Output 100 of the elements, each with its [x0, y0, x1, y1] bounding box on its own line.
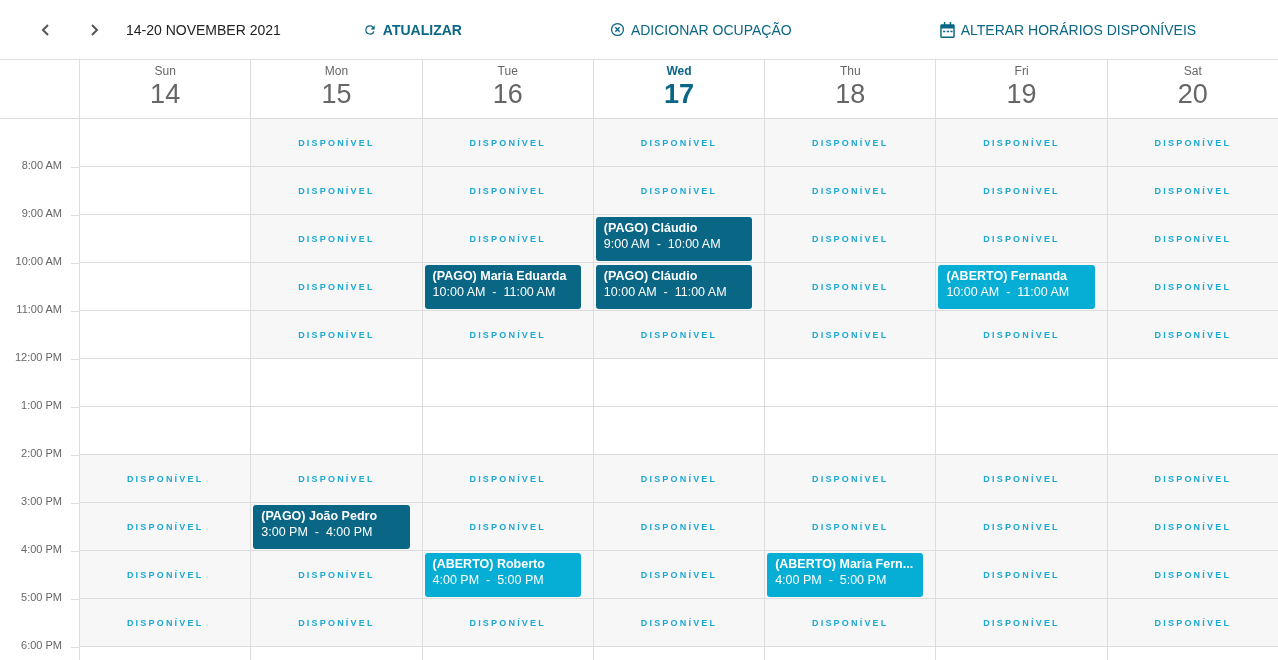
available-label: DISPONÍVEL — [469, 137, 546, 148]
appointment-title: (PAGO) Cláudio — [603, 220, 699, 236]
available-slot[interactable]: DISPONÍVEL — [935, 215, 1107, 263]
available-slot[interactable]: DISPONÍVEL — [592, 119, 765, 167]
available-slot[interactable]: DISPONÍVEL — [421, 215, 593, 263]
available-slot[interactable]: DISPONÍVEL — [764, 215, 936, 263]
available-slot[interactable]: DISPONÍVEL — [421, 167, 593, 215]
available-slot[interactable]: DISPONÍVEL — [250, 263, 422, 311]
day-header[interactable]: Thu 18 — [764, 60, 936, 118]
available-slot[interactable]: DISPONÍVEL — [764, 455, 936, 503]
available-slot[interactable]: DISPONÍVEL — [79, 599, 251, 647]
available-slot[interactable]: DISPONÍVEL — [1106, 455, 1278, 503]
available-slot[interactable]: DISPONÍVEL — [421, 119, 593, 167]
available-label: DISPONÍVEL — [469, 185, 546, 196]
day-header[interactable]: Sat 20 — [1106, 60, 1278, 118]
available-slot[interactable]: DISPONÍVEL — [592, 599, 765, 647]
available-slot[interactable]: DISPONÍVEL — [592, 551, 765, 599]
appointment-time: 10:00 AM - 11:00 AM — [603, 284, 728, 300]
refresh-icon — [362, 22, 377, 37]
day-header[interactable]: Tue 16 — [421, 60, 593, 118]
available-slot[interactable]: DISPONÍVEL — [421, 503, 593, 551]
date-number: 16 — [492, 78, 523, 110]
available-slot[interactable]: DISPONÍVEL — [935, 599, 1107, 647]
available-slot[interactable]: DISPONÍVEL — [1106, 167, 1278, 215]
available-label: DISPONÍVEL — [298, 473, 375, 484]
empty-slot[interactable] — [79, 359, 251, 407]
day-header[interactable]: Fri 19 — [935, 60, 1107, 118]
refresh-button[interactable]: ATUALIZAR — [362, 21, 462, 38]
schedule-button[interactable]: ALTERAR HORÁRIOS DISPONÍVEIS — [939, 21, 1197, 38]
available-slot[interactable]: DISPONÍVEL — [250, 551, 422, 599]
available-slot[interactable]: DISPONÍVEL — [592, 167, 765, 215]
available-slot[interactable]: DISPONÍVEL — [79, 551, 251, 599]
weekday-label: Sun — [154, 64, 176, 78]
available-slot[interactable]: DISPONÍVEL — [935, 503, 1107, 551]
available-slot[interactable]: DISPONÍVEL — [79, 455, 251, 503]
available-slot[interactable]: DISPONÍVEL — [79, 503, 251, 551]
appointment-card[interactable]: (PAGO) Cláudio 9:00 AM - 10:00 AM — [595, 217, 753, 261]
available-slot[interactable]: DISPONÍVEL — [935, 311, 1107, 359]
available-slot[interactable]: DISPONÍVEL — [764, 503, 936, 551]
available-slot[interactable]: DISPONÍVEL — [764, 311, 936, 359]
available-slot[interactable]: DISPONÍVEL — [421, 455, 593, 503]
available-slot[interactable]: DISPONÍVEL — [250, 215, 422, 263]
appointment-time: 10:00 AM - 11:00 AM — [432, 284, 557, 300]
appointment-card[interactable]: (ABERTO) Maria Fern... 4:00 PM - 5:00 PM — [767, 553, 924, 597]
available-slot[interactable]: DISPONÍVEL — [1106, 503, 1278, 551]
empty-slot[interactable] — [1106, 359, 1278, 407]
available-label: DISPONÍVEL — [812, 473, 889, 484]
available-slot[interactable]: DISPONÍVEL — [592, 455, 765, 503]
available-slot[interactable]: DISPONÍVEL — [764, 599, 936, 647]
available-slot[interactable]: DISPONÍVEL — [935, 119, 1107, 167]
calendar-icon — [939, 21, 955, 38]
available-label: DISPONÍVEL — [469, 473, 546, 484]
available-slot[interactable]: DISPONÍVEL — [250, 599, 422, 647]
available-slot[interactable]: DISPONÍVEL — [1106, 215, 1278, 263]
available-label: DISPONÍVEL — [640, 569, 718, 580]
available-slot[interactable]: DISPONÍVEL — [935, 551, 1107, 599]
date-number: 20 — [1177, 78, 1208, 110]
empty-slot[interactable] — [935, 359, 1107, 407]
empty-slot[interactable] — [592, 359, 765, 407]
available-slot[interactable]: DISPONÍVEL — [592, 311, 765, 359]
available-slot[interactable]: DISPONÍVEL — [250, 311, 422, 359]
available-slot[interactable]: DISPONÍVEL — [421, 599, 593, 647]
day-header[interactable]: Sun 14 — [79, 60, 251, 118]
available-slot[interactable]: DISPONÍVEL — [1106, 263, 1278, 311]
available-label: DISPONÍVEL — [640, 473, 718, 484]
available-slot[interactable]: DISPONÍVEL — [250, 455, 422, 503]
empty-slot[interactable] — [250, 359, 422, 407]
chevron-right-icon — [88, 22, 100, 37]
appointment-card[interactable]: (ABERTO) Fernanda 10:00 AM - 11:00 AM — [938, 265, 1095, 309]
appointment-card[interactable]: (PAGO) Cláudio 10:00 AM - 11:00 AM — [595, 265, 753, 309]
available-label: DISPONÍVEL — [1154, 473, 1232, 484]
available-slot[interactable]: DISPONÍVEL — [592, 503, 765, 551]
appointment-card[interactable]: (PAGO) João Pedro 3:00 PM - 4:00 PM — [253, 505, 410, 549]
appointment-time: 10:00 AM - 11:00 AM — [946, 284, 1071, 300]
available-slot[interactable]: DISPONÍVEL — [935, 455, 1107, 503]
appointment-card[interactable]: (ABERTO) Roberto 4:00 PM - 5:00 PM — [424, 553, 581, 597]
available-label: DISPONÍVEL — [983, 137, 1060, 148]
day-header[interactable]: Mon 15 — [250, 60, 422, 118]
empty-slot[interactable] — [764, 359, 936, 407]
available-slot[interactable]: DISPONÍVEL — [935, 167, 1107, 215]
available-slot[interactable]: DISPONÍVEL — [421, 311, 593, 359]
available-slot[interactable]: DISPONÍVEL — [1106, 311, 1278, 359]
available-label: DISPONÍVEL — [640, 617, 718, 628]
available-slot[interactable]: DISPONÍVEL — [1106, 551, 1278, 599]
available-slot[interactable]: DISPONÍVEL — [1106, 599, 1278, 647]
appointment-card[interactable]: (PAGO) Maria Eduarda 10:00 AM - 11:00 AM — [424, 265, 581, 309]
time-label: 3:00 PM — [21, 495, 62, 507]
empty-slot[interactable] — [421, 359, 593, 407]
add-button[interactable]: ADICIONAR OCUPAÇÃO — [609, 21, 792, 38]
available-label: DISPONÍVEL — [126, 617, 204, 628]
available-slot[interactable]: DISPONÍVEL — [764, 119, 936, 167]
available-label: DISPONÍVEL — [983, 473, 1060, 484]
available-slot[interactable]: DISPONÍVEL — [1106, 119, 1278, 167]
available-slot[interactable]: DISPONÍVEL — [764, 167, 936, 215]
date-number: 18 — [835, 78, 866, 110]
available-slot[interactable]: DISPONÍVEL — [250, 167, 422, 215]
available-slot[interactable]: DISPONÍVEL — [250, 119, 422, 167]
available-slot[interactable]: DISPONÍVEL — [764, 263, 936, 311]
day-header[interactable]: Wed 17 — [592, 60, 765, 118]
available-label: DISPONÍVEL — [126, 473, 204, 484]
